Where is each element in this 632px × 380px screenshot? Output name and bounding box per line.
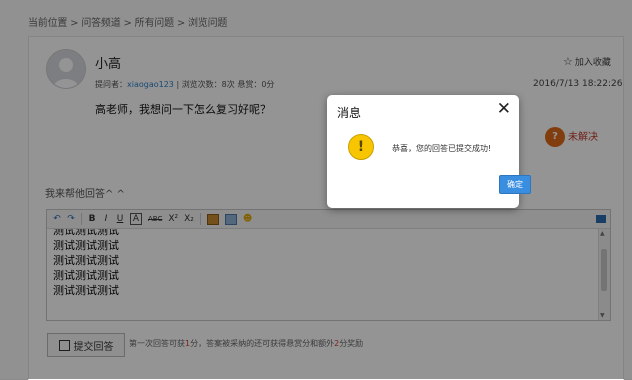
warning-icon: ! xyxy=(348,134,374,160)
confirm-button[interactable]: 确定 xyxy=(499,175,531,194)
dialog-message: 恭喜，您的回答已提交成功! xyxy=(392,144,492,153)
close-icon[interactable]: ✕ xyxy=(497,99,511,119)
modal-overlay[interactable] xyxy=(0,0,632,379)
dialog-title: 消息 xyxy=(337,106,362,120)
message-dialog: 消息 ✕ ! 恭喜，您的回答已提交成功! 确定 xyxy=(327,95,531,208)
